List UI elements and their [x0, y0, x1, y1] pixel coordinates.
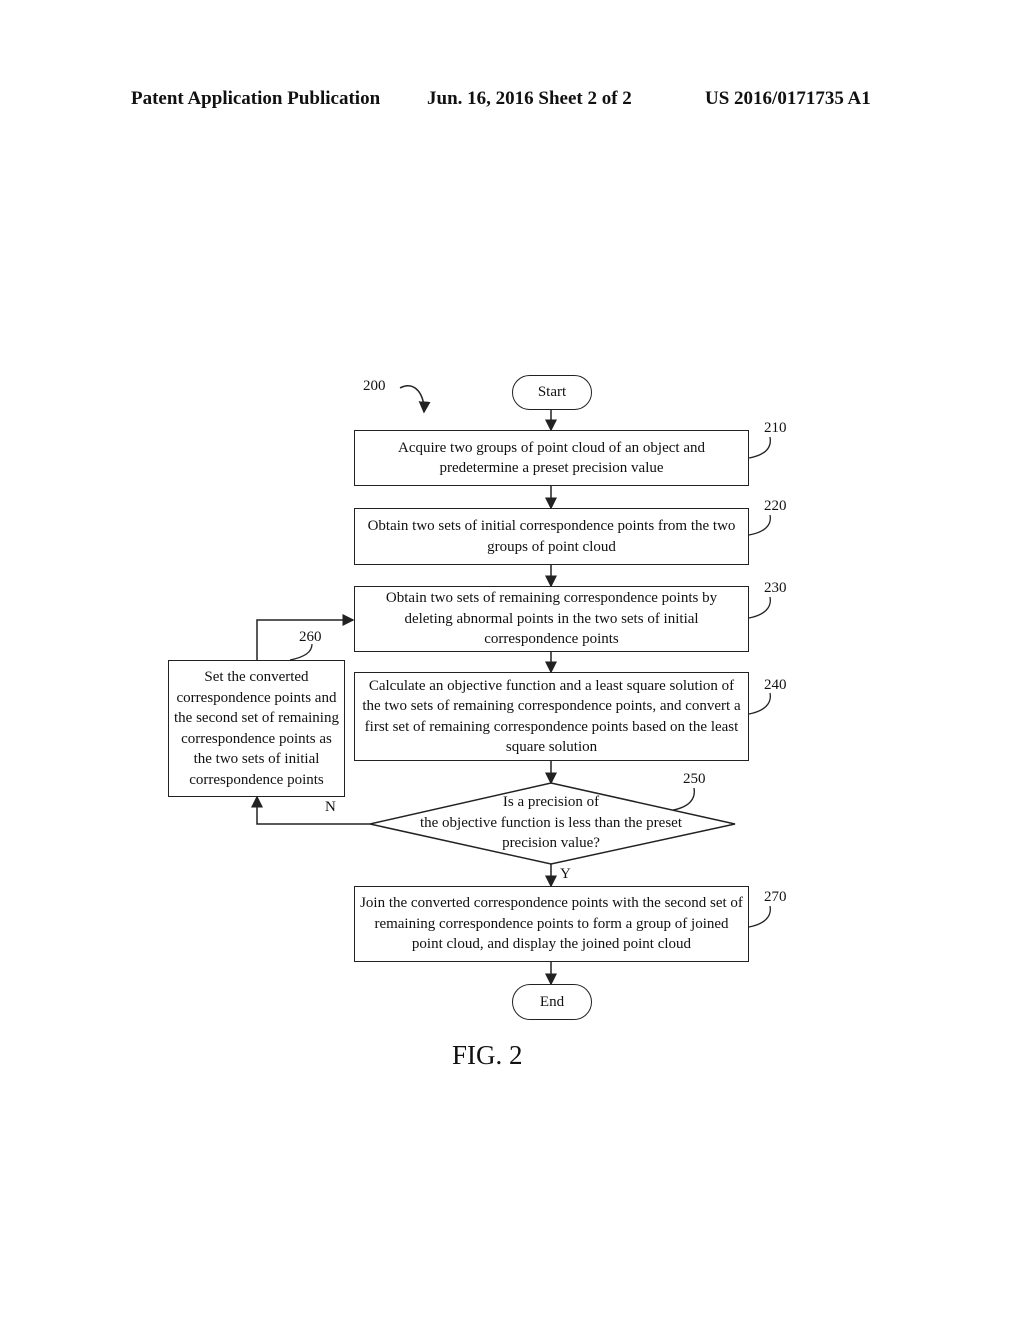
leader-260 — [289, 643, 313, 661]
arrow-250-no-260 — [251, 795, 370, 825]
ref-220: 220 — [764, 498, 787, 514]
leader-230 — [748, 596, 771, 619]
ref-200: 200 — [363, 378, 386, 394]
ref-240: 240 — [764, 677, 787, 693]
ref-260: 260 — [299, 629, 322, 645]
ref-200-arrow — [399, 385, 431, 414]
ref-230: 230 — [764, 580, 787, 596]
leader-220 — [748, 514, 771, 536]
leader-210 — [748, 436, 771, 459]
branch-no-label: N — [325, 799, 336, 815]
flowchart-connectors — [251, 385, 771, 986]
leader-240 — [748, 692, 771, 715]
start-terminal: Start — [512, 375, 592, 410]
decision-line-3: precision value? — [502, 835, 600, 851]
step-240-box: Calculate an objective function and a le… — [354, 672, 749, 761]
figure-label: FIG. 2 — [452, 1040, 523, 1070]
ref-250: 250 — [683, 771, 706, 787]
branch-yes-label: Y — [560, 866, 571, 882]
decision-line-2: the objective function is less than the … — [419, 814, 682, 831]
step-220-box: Obtain two sets of initial correspondenc… — [354, 508, 749, 565]
step-230-box: Obtain two sets of remaining corresponde… — [354, 586, 749, 652]
ref-270: 270 — [764, 889, 787, 905]
ref-210: 210 — [764, 420, 787, 436]
step-260-box: Set the converted correspondence points … — [168, 660, 345, 797]
end-terminal: End — [512, 984, 592, 1020]
decision-250-text: Is a precision of the objective function… — [410, 792, 692, 854]
step-270-box: Join the converted correspondence points… — [354, 886, 749, 962]
decision-line-1: Is a precision of — [502, 794, 600, 810]
leader-270 — [748, 905, 771, 928]
step-210-box: Acquire two groups of point cloud of an … — [354, 430, 749, 486]
